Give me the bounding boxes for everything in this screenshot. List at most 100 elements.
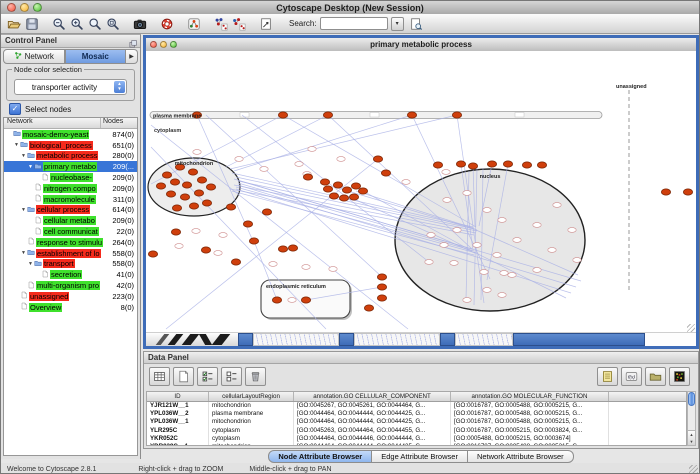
zoom-selected-button[interactable] <box>104 16 122 32</box>
expand-arrow-icon[interactable]: ▼ <box>20 153 27 159</box>
network-canvas[interactable]: plasma membrane cytoplasm mitochondrion … <box>146 51 696 333</box>
delete-attribute-button[interactable] <box>245 367 266 386</box>
gene-node[interactable] <box>156 183 165 189</box>
tree-row-cell-communicat[interactable]: cell communicat22(0) <box>4 226 137 237</box>
search-options-button[interactable] <box>407 16 425 32</box>
tree-row-multi-organism-pro[interactable]: multi-organism pro42(0) <box>4 280 137 291</box>
gene-node[interactable] <box>468 163 477 169</box>
gene-node[interactable] <box>301 297 310 303</box>
minor-node[interactable] <box>568 228 576 233</box>
gene-node[interactable] <box>407 112 416 118</box>
gene-node[interactable] <box>180 194 189 200</box>
tree-row-nitrogen-compo[interactable]: nitrogen compo209(0) <box>4 183 137 194</box>
expand-arrow-icon[interactable]: ▼ <box>20 250 27 256</box>
zoom-fit-button[interactable] <box>86 16 104 32</box>
gene-node[interactable] <box>456 161 465 167</box>
gene-node[interactable] <box>197 177 206 183</box>
gene-node[interactable] <box>333 182 342 188</box>
gene-node[interactable] <box>329 193 338 199</box>
table-row[interactable]: YKR052Ccytoplasm[GO:0044464, GO:0044446,… <box>147 435 686 443</box>
gene-node[interactable] <box>189 203 198 209</box>
tree-row-secretion[interactable]: secretion41(0) <box>4 269 137 280</box>
window-resize-grip[interactable] <box>689 465 698 474</box>
minor-node[interactable] <box>548 248 556 253</box>
vizmapper-button[interactable] <box>185 16 203 32</box>
expand-arrow-icon[interactable]: ▼ <box>20 207 27 213</box>
gene-node[interactable] <box>487 161 496 167</box>
matrix-view-button[interactable] <box>669 367 690 386</box>
gene-node[interactable] <box>170 179 179 185</box>
minor-node[interactable] <box>295 162 303 167</box>
gene-node[interactable] <box>342 187 351 193</box>
gene-node[interactable] <box>249 238 258 244</box>
snapshot-button[interactable] <box>131 16 149 32</box>
table-row[interactable]: YJR121W__1mitochondrion[GO:0045267, GO:0… <box>147 402 686 410</box>
minor-node[interactable] <box>463 191 471 196</box>
gene-node[interactable] <box>351 183 360 189</box>
gene-node[interactable] <box>683 189 692 195</box>
column-header[interactable]: cellularLayoutRegion <box>209 392 294 401</box>
gene-node[interactable] <box>171 229 180 235</box>
minor-node[interactable] <box>513 238 521 243</box>
help-button[interactable] <box>158 16 176 32</box>
select-nodes-checkbox[interactable]: ✓ <box>9 103 21 115</box>
column-header[interactable]: annotation.GO MOLECULAR_FUNCTION <box>451 392 609 401</box>
minor-node[interactable] <box>463 298 471 303</box>
canvas-resize-grip[interactable] <box>687 324 695 332</box>
tree-row-cellular-process[interactable]: ▼cellular process614(0) <box>4 205 137 216</box>
gene-node[interactable] <box>201 247 210 253</box>
tree-row-nucleobase-[interactable]: nucleobase-209(0) <box>4 172 137 183</box>
minor-node[interactable] <box>427 233 435 238</box>
minor-node[interactable] <box>498 218 506 223</box>
minor-node[interactable] <box>219 233 227 238</box>
minor-node[interactable] <box>483 288 491 293</box>
table-row[interactable]: YPL036W__2plasma membrane[GO:0044464, GO… <box>147 410 686 418</box>
gene-node[interactable] <box>262 209 271 215</box>
zoom-in-button[interactable] <box>68 16 86 32</box>
gene-node[interactable] <box>358 188 367 194</box>
gene-node[interactable] <box>323 186 332 192</box>
minor-node[interactable] <box>288 298 296 303</box>
tree-row-unassigned[interactable]: unassigned223(0) <box>4 291 137 302</box>
gene-node[interactable] <box>278 112 287 118</box>
minor-node[interactable] <box>508 273 516 278</box>
minor-node[interactable] <box>193 150 201 155</box>
expand-arrow-icon[interactable]: ▼ <box>27 261 34 267</box>
minor-node[interactable] <box>337 157 345 162</box>
tree-row-metabolic-process[interactable]: ▼metabolic process280(0) <box>4 151 137 162</box>
minor-node[interactable] <box>533 268 541 273</box>
tree-row-establishment-of-lo[interactable]: ▼establishment of lo558(0) <box>4 248 137 259</box>
search-input[interactable] <box>320 17 388 30</box>
gene-node[interactable] <box>349 194 358 200</box>
minor-node[interactable] <box>473 243 481 248</box>
zoom-out-button[interactable] <box>50 16 68 32</box>
minor-node[interactable] <box>483 208 491 213</box>
gene-node[interactable] <box>377 295 386 301</box>
search-dropdown-button[interactable]: ▾ <box>391 17 404 31</box>
import-attributes-button[interactable] <box>645 367 666 386</box>
minor-node[interactable] <box>260 167 268 172</box>
gene-node[interactable] <box>272 297 281 303</box>
tab-edge-attribute-browser[interactable]: Edge Attribute Browser <box>372 450 468 463</box>
save-session-button[interactable] <box>23 16 41 32</box>
new-attribute-button[interactable] <box>173 367 194 386</box>
gene-node[interactable] <box>226 204 235 210</box>
scrollbar-thumb[interactable] <box>688 392 695 406</box>
gene-node[interactable] <box>231 259 240 265</box>
gene-node[interactable] <box>194 190 203 196</box>
notes-button[interactable] <box>597 367 618 386</box>
minor-node[interactable] <box>533 223 541 228</box>
minor-node[interactable] <box>440 243 448 248</box>
gene-node[interactable] <box>320 179 329 185</box>
tab-network-attribute-browser[interactable]: Network Attribute Browser <box>468 450 574 463</box>
tree-row-transport[interactable]: ▼transport558(0) <box>4 259 137 270</box>
table-scrollbar[interactable]: ▲▼ <box>687 391 696 446</box>
gene-node[interactable] <box>278 246 287 252</box>
function-builder-button[interactable]: f(x) <box>621 367 642 386</box>
gene-node[interactable] <box>661 189 670 195</box>
scrollbar-arrows[interactable]: ▲▼ <box>688 430 695 445</box>
annotation-button[interactable] <box>257 16 275 32</box>
gene-node[interactable] <box>202 200 211 206</box>
minor-node[interactable] <box>573 258 581 263</box>
minor-node[interactable] <box>402 180 410 185</box>
